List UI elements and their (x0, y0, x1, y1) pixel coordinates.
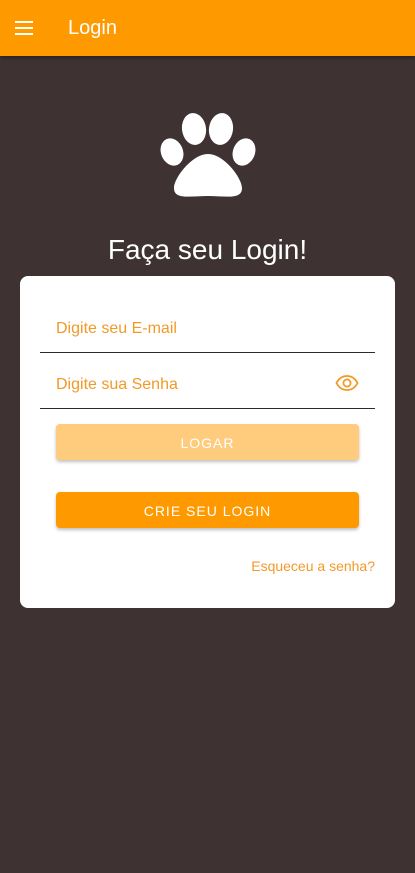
eye-icon (335, 375, 359, 391)
paw-icon (160, 113, 256, 197)
email-field-container (40, 298, 375, 353)
create-account-button[interactable]: CRIE SEU LOGIN (56, 492, 359, 528)
app-root: Login Faça seu Login! LOGAR CRIE SEU LOG… (0, 0, 415, 873)
menu-button[interactable] (12, 14, 36, 42)
forgot-password-link[interactable]: Esqueceu a senha? (251, 558, 375, 574)
login-card: LOGAR CRIE SEU LOGIN Esqueceu a senha? (20, 276, 395, 608)
page-title: Login (68, 17, 117, 39)
menu-icon (15, 21, 33, 35)
app-bar: Login (0, 0, 415, 56)
email-field[interactable] (56, 320, 336, 338)
password-field-container (40, 354, 375, 409)
login-button[interactable]: LOGAR (56, 424, 359, 460)
toggle-password-button[interactable] (335, 371, 359, 395)
login-heading: Faça seu Login! (107, 234, 308, 265)
password-field[interactable] (56, 376, 336, 394)
